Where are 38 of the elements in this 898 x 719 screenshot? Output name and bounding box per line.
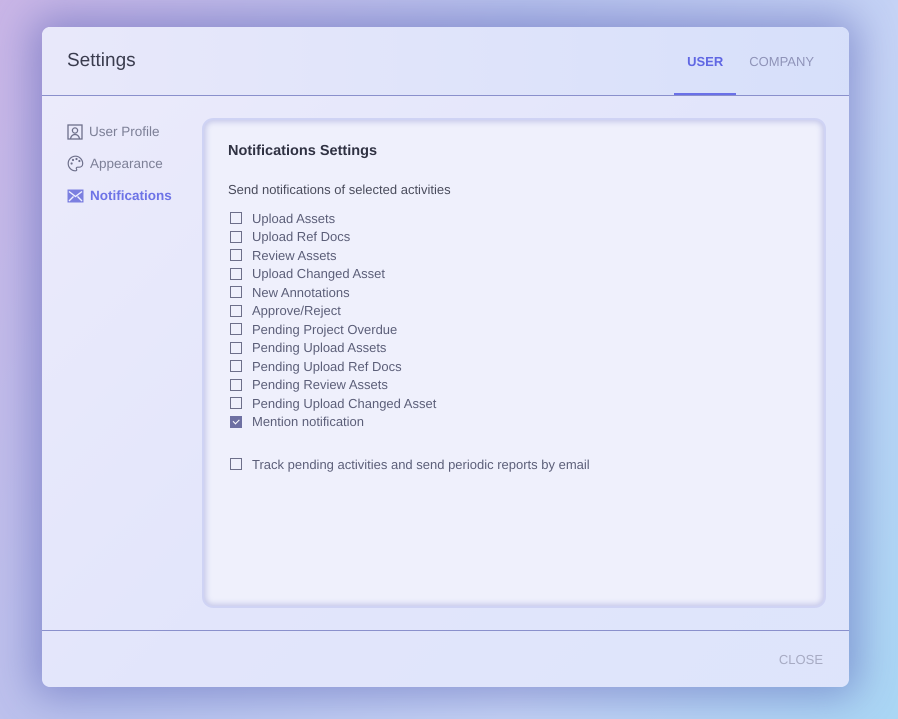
checkbox-label: Pending Upload Changed Asset [252,396,436,411]
checkbox-label: Pending Project Overdue [252,322,398,337]
dialog-title: Settings [67,50,137,72]
panel-subtitle: Send notifications of selected activities [228,182,452,197]
tab[interactable]: USER [674,27,736,95]
checkbox[interactable] [230,342,242,354]
sidebar-item[interactable]: Appearance [67,153,190,174]
checkbox-label: Pending Upload Assets [252,340,386,356]
palette-icon [67,155,84,172]
checkbox-label: Review Assets [252,248,337,263]
checkbox[interactable] [230,212,242,224]
checkbox[interactable] [230,230,242,243]
checkbox[interactable] [230,304,242,317]
tab[interactable]: COMPANY [736,27,827,95]
checkbox-label: Upload Changed Asset [252,266,385,282]
checkbox[interactable] [230,397,242,410]
checkbox[interactable] [230,268,242,280]
checkbox-label: Approve/Reject [252,303,341,318]
checkbox-label: Upload Assets [252,210,336,226]
checkbox-label: Mention notification [252,414,364,430]
checkbox[interactable] [230,360,242,372]
checkbox-label: Upload Ref Docs [252,229,350,244]
checkbox-label: Pending Upload Ref Docs [252,358,402,374]
sidebar-item[interactable]: User Profile [67,121,190,142]
checkbox-label: New Annotations [252,284,350,300]
user-profile-icon [67,124,83,140]
panel-title: Notifications Settings [228,143,378,159]
checkbox[interactable] [230,249,242,262]
checkbox[interactable] [230,378,242,391]
checkbox[interactable] [230,323,242,336]
checkbox[interactable] [230,416,242,428]
checkbox[interactable] [230,458,242,470]
checkbox-label: Track pending activities and send periodic reports by email [252,456,590,472]
checkbox[interactable] [230,286,242,298]
checkbox-label: Pending Review Assets [252,377,388,392]
sidebar-item[interactable]: Notifications [67,185,190,206]
close-button[interactable]: CLOSE [778,648,823,670]
mail-icon [67,188,84,202]
